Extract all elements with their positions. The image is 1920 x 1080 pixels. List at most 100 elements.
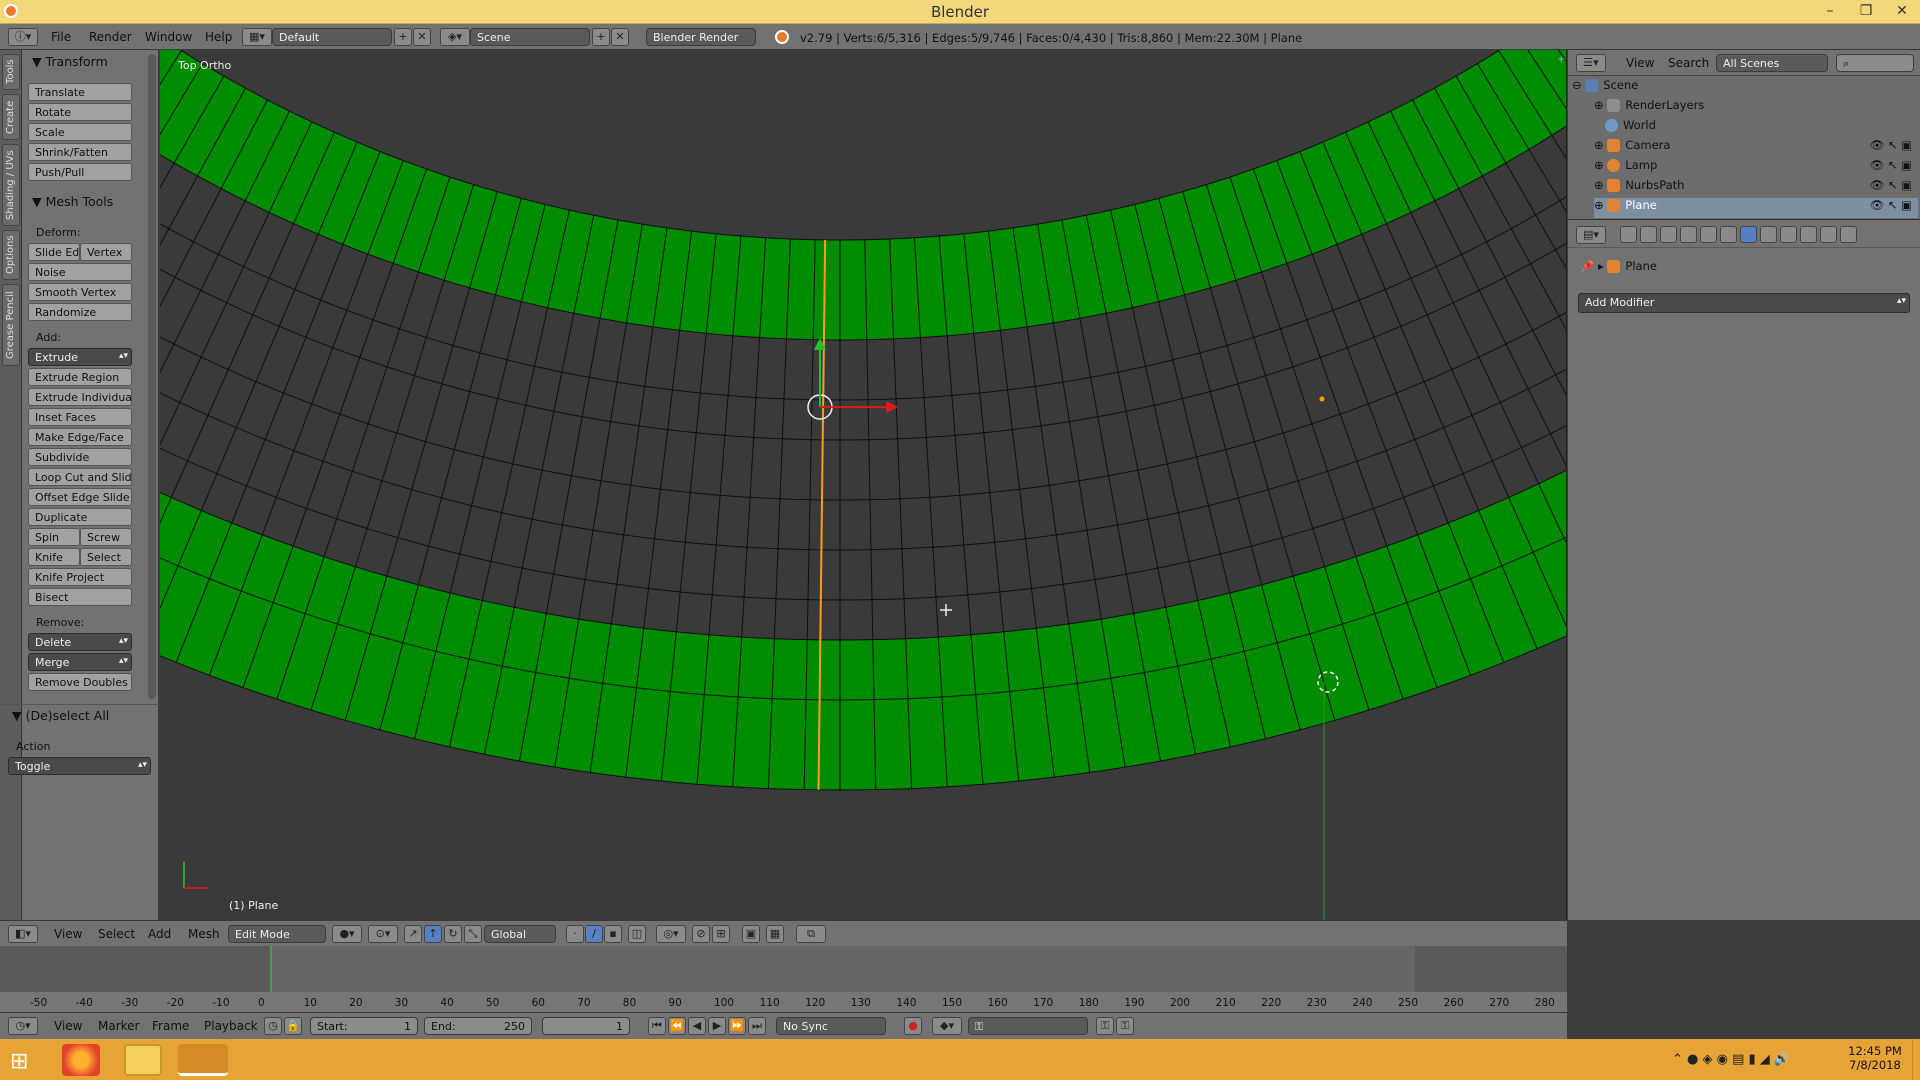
translate-manipulator-icon[interactable]: ↑	[424, 925, 442, 943]
render-preview-icon[interactable]: ⧉	[796, 925, 826, 943]
outliner-item-nurbspath[interactable]: ⊕ NurbsPath 👁 ↖ ▣	[1594, 178, 1918, 198]
prev-keyframe-icon[interactable]: ⏪	[668, 1017, 686, 1035]
outliner-item-plane[interactable]: ⊕ Plane 👁 ↖ ▣	[1594, 198, 1918, 218]
extrude-dropdown[interactable]: Extrude ▴▾	[28, 348, 132, 366]
texture-tab-icon[interactable]	[1800, 226, 1817, 243]
render-layers-tab-icon[interactable]	[1640, 226, 1657, 243]
next-keyframe-icon[interactable]: ⏩	[728, 1017, 746, 1035]
lock-range-icon[interactable]: 🔒	[284, 1017, 302, 1035]
add-modifier-dropdown[interactable]: Add Modifier ▴▾	[1578, 293, 1910, 313]
constraints-tab-icon[interactable]	[1720, 226, 1737, 243]
mode-dropdown[interactable]: Edit Mode	[228, 925, 326, 943]
action-dropdown[interactable]: Toggle ▴▾	[8, 757, 151, 775]
visibility-icons[interactable]: 👁 ↖ ▣	[1870, 138, 1912, 152]
snap-toggle-icon[interactable]: ⊘	[692, 925, 710, 943]
mesh-canvas[interactable]	[160, 50, 1567, 920]
preview-range-icon[interactable]: ◷	[264, 1017, 282, 1035]
tab-create[interactable]: Create	[2, 94, 20, 140]
delete-dropdown[interactable]: Delete ▴▾	[28, 633, 132, 651]
vertex-select-icon[interactable]: ·	[566, 925, 584, 943]
properties-editor-icon[interactable]: ▤▾	[1576, 226, 1606, 244]
scenes-dropdown[interactable]: All Scenes	[1716, 54, 1828, 72]
render-tab-icon[interactable]	[1620, 226, 1637, 243]
delete-keyframe-icon[interactable]: ⚿	[1116, 1017, 1134, 1035]
slide-edge-button[interactable]: Slide Ed	[28, 243, 80, 261]
tab-grease-pencil[interactable]: Grease Pencil	[2, 284, 20, 366]
offset-edge-slide-button[interactable]: Offset Edge Slide	[28, 488, 132, 506]
tl-menu-marker[interactable]: Marker	[98, 1019, 139, 1033]
play-icon[interactable]: ▶	[708, 1017, 726, 1035]
windows-start-icon[interactable]: ⊞	[10, 1049, 28, 1074]
outliner-search-field[interactable]: ⌕	[1836, 54, 1914, 72]
proportional-edit-icon[interactable]: ◎▾	[656, 925, 686, 943]
opengl-anim-icon[interactable]: ▦	[766, 925, 784, 943]
system-tray-icons[interactable]: ⌃ ● ◈ ◉ ▤ ▮ ◢ 🔊	[1672, 1052, 1790, 1067]
merge-dropdown[interactable]: Merge ▴▾	[28, 653, 132, 671]
play-reverse-icon[interactable]: ◀	[688, 1017, 706, 1035]
scene-icon[interactable]: ◈▾	[440, 28, 470, 46]
knife-project-button[interactable]: Knife Project	[28, 568, 132, 586]
vp-menu-select[interactable]: Select	[98, 927, 135, 941]
editor-type-info-icon[interactable]: ⓘ▾	[8, 28, 38, 46]
data-tab-icon[interactable]	[1760, 226, 1777, 243]
loop-cut-button[interactable]: Loop Cut and Slide	[28, 468, 132, 486]
face-select-icon[interactable]: ▪	[604, 925, 622, 943]
visibility-icons[interactable]: 👁 ↖ ▣	[1870, 178, 1912, 192]
jump-start-icon[interactable]: ⏮	[648, 1017, 666, 1035]
add-layout-icon[interactable]: +	[394, 28, 412, 46]
visibility-icons[interactable]: 👁 ↖ ▣	[1870, 198, 1912, 212]
extrude-region-button[interactable]: Extrude Region	[28, 368, 132, 386]
slide-vertex-button[interactable]: Vertex	[80, 243, 132, 261]
outliner-item-lamp[interactable]: ⊕ Lamp 👁 ↖ ▣	[1594, 158, 1918, 178]
outliner-menu-search[interactable]: Search	[1668, 56, 1709, 70]
make-edge-face-button[interactable]: Make Edge/Face	[28, 428, 132, 446]
file-explorer-icon[interactable]	[124, 1044, 162, 1076]
jump-end-icon[interactable]: ⏭	[748, 1017, 766, 1035]
start-frame-field[interactable]: Start: 1	[310, 1017, 418, 1035]
outliner-editor-icon[interactable]: ☰▾	[1576, 54, 1606, 72]
vp-menu-mesh[interactable]: Mesh	[188, 927, 220, 941]
edge-select-icon[interactable]: /	[585, 925, 603, 943]
rotate-manipulator-icon[interactable]: ↻	[444, 925, 462, 943]
tab-shading-uvs[interactable]: Shading / UVs	[2, 144, 20, 226]
knife-button[interactable]: Knife	[28, 548, 80, 566]
outliner-item-camera[interactable]: ⊕ Camera 👁 ↖ ▣	[1594, 138, 1918, 158]
record-icon[interactable]: ●	[904, 1017, 922, 1035]
outliner-item-world[interactable]: World	[1594, 118, 1918, 138]
end-frame-field[interactable]: End: 250	[424, 1017, 532, 1035]
keying-set-field[interactable]: ⚿	[968, 1017, 1088, 1035]
remove-scene-icon[interactable]: ✕	[611, 28, 629, 46]
tab-tools[interactable]: Tools	[2, 54, 20, 90]
scale-button[interactable]: Scale	[28, 123, 132, 141]
tl-menu-playback[interactable]: Playback	[204, 1019, 258, 1033]
current-frame-field[interactable]: 1	[542, 1017, 630, 1035]
remove-doubles-button[interactable]: Remove Doubles	[28, 673, 132, 691]
outliner-menu-view[interactable]: View	[1626, 56, 1654, 70]
show-desktop-button[interactable]	[1912, 1039, 1920, 1080]
viewport-shading-icon[interactable]: ●▾	[332, 925, 362, 943]
smooth-vertex-button[interactable]: Smooth Vertex	[28, 283, 132, 301]
visibility-icons[interactable]: 👁 ↖ ▣	[1870, 158, 1912, 172]
noise-button[interactable]: Noise	[28, 263, 132, 281]
translate-button[interactable]: Translate	[28, 83, 132, 101]
push-pull-button[interactable]: Push/Pull	[28, 163, 132, 181]
firefox-icon[interactable]	[62, 1044, 100, 1076]
physics-tab-icon[interactable]	[1840, 226, 1857, 243]
blender-taskbar-icon[interactable]	[178, 1044, 228, 1076]
render-engine-dropdown[interactable]: Blender Render	[646, 28, 756, 46]
insert-keyframe-icon[interactable]: ⚿	[1096, 1017, 1114, 1035]
opengl-render-icon[interactable]: ▣	[742, 925, 760, 943]
viewport-corner-icon[interactable]: +	[1557, 54, 1565, 65]
add-scene-icon[interactable]: +	[592, 28, 610, 46]
menu-window[interactable]: Window	[145, 30, 192, 44]
vp-menu-add[interactable]: Add	[148, 927, 171, 941]
timeline-editor-icon[interactable]: ◷▾	[8, 1017, 38, 1035]
menu-file[interactable]: File	[51, 30, 71, 44]
toolshelf-scrollbar[interactable]	[148, 54, 156, 699]
taskbar-clock[interactable]: 12:45 PM 7/8/2018	[1845, 1044, 1905, 1072]
limit-selection-icon[interactable]: ◫	[628, 925, 646, 943]
menu-help[interactable]: Help	[205, 30, 232, 44]
snap-element-icon[interactable]: ⊞	[712, 925, 730, 943]
tl-menu-view[interactable]: View	[54, 1019, 82, 1033]
world-tab-icon[interactable]	[1680, 226, 1697, 243]
